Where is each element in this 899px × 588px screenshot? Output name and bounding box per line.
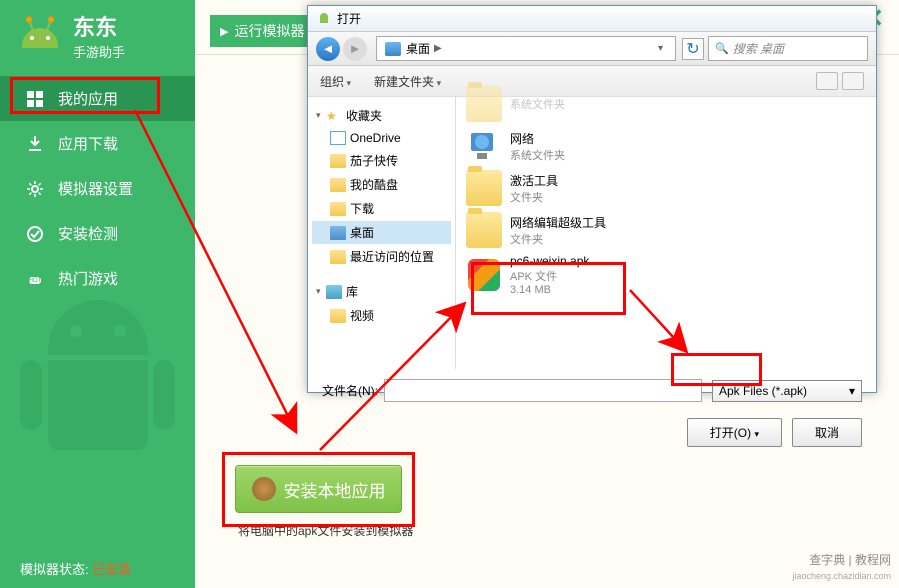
onedrive-icon xyxy=(330,131,346,145)
sidebar-item-download[interactable]: 应用下载 xyxy=(0,121,195,166)
file-item-folder[interactable]: 网络编辑超级工具 文件夹 xyxy=(464,209,868,251)
app-title: 东东 xyxy=(73,10,125,42)
dialog-titlebar: 打开 xyxy=(308,6,876,32)
refresh-button[interactable]: ↻ xyxy=(682,38,704,60)
chevron-down-icon[interactable]: ▾ xyxy=(658,43,663,54)
watermark: 查字典 | 教程网 jiaocheng.chazidian.com xyxy=(792,553,891,584)
apk-icon xyxy=(466,257,502,293)
folder-icon xyxy=(466,86,502,122)
desktop-icon xyxy=(330,226,346,240)
sidebar-item-settings[interactable]: 模拟器设置 xyxy=(0,166,195,211)
gear-icon xyxy=(26,180,44,198)
organize-menu[interactable]: 组织 xyxy=(320,73,351,90)
folder-icon xyxy=(330,154,346,168)
logo: 东东 手游助手 xyxy=(0,0,195,76)
tree-item[interactable]: 下载 xyxy=(312,197,451,220)
tree-item[interactable]: 我的酷盘 xyxy=(312,173,451,196)
file-item-apk[interactable]: pc6-weixin.apk APK 文件 3.14 MB xyxy=(464,251,868,299)
android-decoration-icon xyxy=(20,300,175,500)
library-icon xyxy=(326,285,342,299)
chevron-right-icon: ▶ xyxy=(434,43,442,54)
sidebar-label: 我的应用 xyxy=(58,88,118,109)
filter-select[interactable]: Apk Files (*.apk) ▾ xyxy=(712,380,862,402)
file-open-dialog: 打开 ◄ ► 桌面 ▶ ▾ ↻ 搜索 桌面 组织 新建文件夹 ▾ ★ 收藏夹 xyxy=(307,5,877,393)
tree-libraries[interactable]: ▾ 库 xyxy=(312,280,451,303)
android-icon xyxy=(316,11,332,27)
tree-item-desktop[interactable]: 桌面 xyxy=(312,221,451,244)
network-icon xyxy=(466,128,502,164)
tree-item[interactable]: 视频 xyxy=(312,304,451,327)
video-icon xyxy=(330,309,346,323)
dialog-nav: ◄ ► 桌面 ▶ ▾ ↻ 搜索 桌面 xyxy=(308,32,876,66)
desktop-icon xyxy=(385,42,401,56)
svg-text:HOT: HOT xyxy=(29,278,42,284)
file-list: 系统文件夹 网络 系统文件夹 激活工具 文件夹 网络编辑超级工具 xyxy=(456,97,876,369)
tree-item[interactable]: OneDrive xyxy=(312,128,451,148)
recent-icon xyxy=(330,250,346,264)
folder-icon xyxy=(466,212,502,248)
sidebar-item-hot[interactable]: HOT 热门游戏 xyxy=(0,256,195,301)
file-item-network[interactable]: 网络 系统文件夹 xyxy=(464,125,868,167)
folder-icon xyxy=(330,178,346,192)
sidebar-item-myapps[interactable]: 我的应用 xyxy=(0,76,195,121)
collapse-icon[interactable]: ▾ xyxy=(316,286,326,297)
tree-item[interactable]: 最近访问的位置 xyxy=(312,245,451,268)
download-icon xyxy=(26,135,44,153)
open-button[interactable]: 打开(O) ▾ xyxy=(687,418,782,447)
breadcrumb[interactable]: 桌面 ▶ ▾ xyxy=(376,36,676,61)
cancel-button[interactable]: 取消 xyxy=(792,418,862,447)
sidebar-label: 应用下载 xyxy=(58,133,118,154)
check-circle-icon xyxy=(26,225,44,243)
sidebar-label: 安装检测 xyxy=(58,223,118,244)
folder-tree: ▾ ★ 收藏夹 OneDrive 茄子快传 我的酷盘 下载 桌面 最近访问的位置… xyxy=(308,97,456,369)
forward-button[interactable]: ► xyxy=(343,37,367,61)
newfolder-menu[interactable]: 新建文件夹 xyxy=(374,73,441,90)
android-logo-icon xyxy=(18,13,63,58)
chevron-down-icon: ▾ xyxy=(849,384,855,398)
install-local-app-button[interactable]: 安装本地应用 xyxy=(235,465,402,513)
sidebar-label: 热门游戏 xyxy=(58,268,118,289)
status-label: 模拟器状态: xyxy=(20,562,89,577)
file-item-partial[interactable]: 系统文件夹 xyxy=(464,83,868,125)
dialog-title: 打开 xyxy=(337,10,361,27)
dialog-footer: 文件名(N): Apk Files (*.apk) ▾ xyxy=(308,369,876,412)
status-value: 已安装 xyxy=(92,562,131,577)
sidebar-item-check[interactable]: 安装检测 xyxy=(0,211,195,256)
back-button[interactable]: ◄ xyxy=(316,37,340,61)
collapse-icon[interactable]: ▾ xyxy=(316,110,326,121)
tree-favorites[interactable]: ▾ ★ 收藏夹 xyxy=(312,104,451,127)
file-item-folder[interactable]: 激活工具 文件夹 xyxy=(464,167,868,209)
tree-item[interactable]: 茄子快传 xyxy=(312,149,451,172)
sidebar: 东东 手游助手 我的应用 应用下载 模拟器设置 安装检测 HOT 热门游戏 xyxy=(0,0,195,588)
folder-icon xyxy=(466,170,502,206)
star-icon: ★ xyxy=(326,109,342,123)
filename-input[interactable] xyxy=(384,379,702,402)
sidebar-label: 模拟器设置 xyxy=(58,178,133,199)
grid-icon xyxy=(26,90,44,108)
app-subtitle: 手游助手 xyxy=(73,42,125,61)
install-description: 将电脑中的apk文件安装到模拟器 xyxy=(238,522,413,539)
hot-icon: HOT xyxy=(26,270,44,288)
filename-label: 文件名(N): xyxy=(322,382,378,399)
folder-icon xyxy=(330,202,346,216)
run-emulator-button[interactable]: 运行模拟器 xyxy=(210,15,319,47)
status-bar: 模拟器状态: 已安装 xyxy=(0,549,195,588)
search-input[interactable]: 搜索 桌面 xyxy=(708,36,868,61)
